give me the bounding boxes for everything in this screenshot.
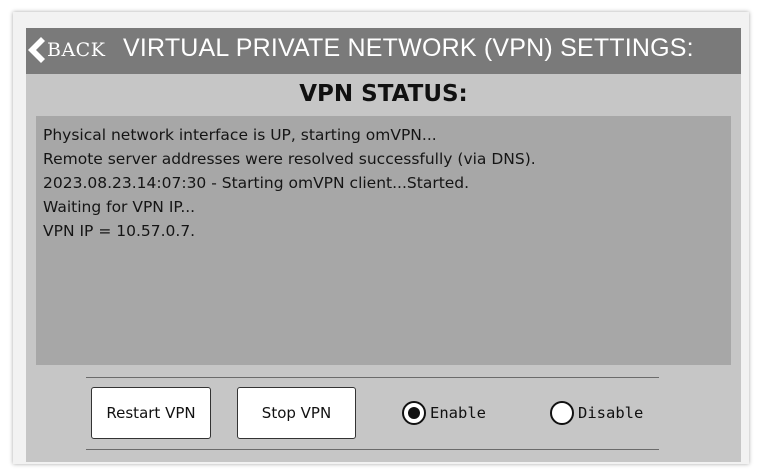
log-line: Remote server addresses were resolved su…	[43, 150, 536, 168]
header-bar: BACK VIRTUAL PRIVATE NETWORK (VPN) SETTI…	[26, 28, 741, 74]
log-line: Physical network interface is UP, starti…	[43, 126, 437, 144]
vpn-status-heading: VPN STATUS:	[299, 81, 468, 107]
chevron-left-icon	[28, 37, 45, 63]
vpn-status-log: Physical network interface is UP, starti…	[36, 116, 731, 365]
log-line: VPN IP = 10.57.0.7.	[43, 222, 196, 240]
enable-radio[interactable]: Enable	[402, 401, 486, 425]
disable-radio-label: Disable	[578, 404, 644, 422]
back-button[interactable]: BACK	[26, 32, 110, 68]
enable-radio-label: Enable	[430, 404, 486, 422]
back-button-label: BACK	[47, 39, 106, 61]
radio-unselected-icon	[550, 401, 574, 425]
divider	[86, 449, 659, 450]
stop-vpn-button[interactable]: Stop VPN	[237, 387, 356, 439]
divider	[86, 377, 659, 378]
restart-vpn-button[interactable]: Restart VPN	[91, 387, 211, 439]
disable-radio[interactable]: Disable	[550, 401, 643, 425]
page-title: VIRTUAL PRIVATE NETWORK (VPN) SETTINGS:	[123, 34, 694, 62]
log-line: 2023.08.23.14:07:30 - Starting omVPN cli…	[43, 174, 470, 192]
vpn-settings-panel: BACK VIRTUAL PRIVATE NETWORK (VPN) SETTI…	[26, 28, 741, 462]
log-line: Waiting for VPN IP...	[43, 198, 196, 216]
radio-selected-icon	[402, 401, 426, 425]
